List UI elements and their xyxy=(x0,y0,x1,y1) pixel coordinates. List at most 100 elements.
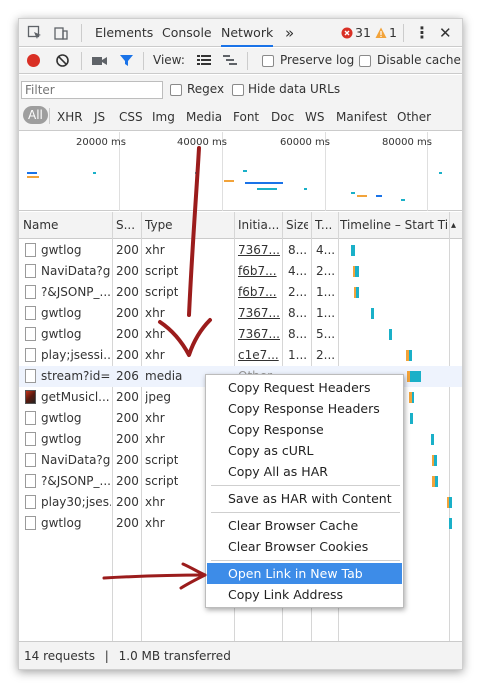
menu-item-open-link-in-new-tab[interactable]: Open Link in New Tab xyxy=(207,563,402,584)
overview-mark xyxy=(195,172,198,174)
tab-console[interactable]: Console xyxy=(162,19,212,47)
menu-item-copy-link-address[interactable]: Copy Link Address xyxy=(207,584,402,605)
request-name[interactable]: play30;jses... xyxy=(41,492,111,513)
sort-arrow-icon[interactable]: ▴ xyxy=(451,212,461,239)
error-icon[interactable] xyxy=(341,27,353,39)
request-name[interactable]: stream?id=... xyxy=(41,366,111,387)
filter-type-manifest[interactable]: Manifest xyxy=(336,108,387,126)
menu-item-clear-browser-cache[interactable]: Clear Browser Cache xyxy=(207,515,402,536)
column-timeline[interactable]: Timeline – Start Time xyxy=(340,212,450,239)
request-initiator[interactable]: 7367... xyxy=(238,240,280,261)
toolbar-divider xyxy=(81,24,82,42)
menu-item-clear-browser-cookies[interactable]: Clear Browser Cookies xyxy=(207,536,402,557)
request-time: 5... xyxy=(316,327,336,341)
request-name[interactable]: gwtlog xyxy=(41,513,111,534)
warning-icon[interactable] xyxy=(375,27,387,39)
menu-separator xyxy=(211,512,400,513)
request-initiator[interactable]: 7367... xyxy=(238,303,280,324)
request-type: script xyxy=(145,474,179,488)
column-size[interactable]: Size xyxy=(286,212,308,239)
request-name[interactable]: gwtlog xyxy=(41,240,111,261)
column-name[interactable]: Name xyxy=(23,212,111,239)
request-name[interactable]: NaviData?g... xyxy=(41,450,111,471)
disable-cache-label[interactable]: Disable cache xyxy=(377,53,461,67)
menu-item-copy-as-curl[interactable]: Copy as cURL xyxy=(207,440,402,461)
request-name[interactable]: ?&JSONP_... xyxy=(41,471,111,492)
table-row[interactable]: gwtlog 200 xhr 7367... 8... 1... xyxy=(19,303,462,324)
filter-type-font[interactable]: Font xyxy=(233,108,259,126)
filter-input[interactable] xyxy=(21,81,163,99)
request-name[interactable]: gwtlog xyxy=(41,408,111,429)
table-row[interactable]: play;jsessi... 200 xhr c1e7... 1... 2... xyxy=(19,345,462,366)
warning-count[interactable]: 1 xyxy=(389,19,397,47)
network-overview[interactable]: 20000 ms 40000 ms 60000 ms 80000 ms xyxy=(19,132,462,211)
disable-cache-checkbox[interactable] xyxy=(359,55,371,67)
request-name[interactable]: ?&JSONP_... xyxy=(41,282,111,303)
menu-item-copy-request-headers[interactable]: Copy Request Headers xyxy=(207,377,402,398)
filter-type-ws[interactable]: WS xyxy=(305,108,324,126)
filter-type-doc[interactable]: Doc xyxy=(271,108,294,126)
close-icon[interactable]: ✕ xyxy=(439,19,452,47)
tab-network[interactable]: Network xyxy=(221,19,274,47)
column-time[interactable]: T... xyxy=(315,212,337,239)
overview-mark xyxy=(245,182,283,184)
filter-funnel-icon[interactable] xyxy=(119,53,134,68)
request-name[interactable]: gwtlog xyxy=(41,324,111,345)
request-name[interactable]: NaviData?g... xyxy=(41,261,111,282)
column-type[interactable]: Type xyxy=(145,212,229,239)
menu-item-copy-response-headers[interactable]: Copy Response Headers xyxy=(207,398,402,419)
timeline-bar xyxy=(356,287,359,298)
screenshot-camera-icon[interactable] xyxy=(91,54,108,68)
overview-time-label: 60000 ms xyxy=(280,137,330,148)
waterfall-view-icon[interactable] xyxy=(223,54,237,67)
timeline-bar xyxy=(449,497,452,508)
request-initiator[interactable]: 7367... xyxy=(238,324,280,345)
vertical-dots-icon[interactable]: ⋮ xyxy=(414,19,430,47)
column-initiator[interactable]: Initia... xyxy=(238,212,280,239)
hide-data-urls-label[interactable]: Hide data URLs xyxy=(248,82,340,96)
table-row[interactable]: gwtlog 200 xhr 7367... 8... 5... xyxy=(19,324,462,345)
request-status: 200 xyxy=(116,390,139,404)
table-row[interactable]: gwtlog 200 xhr 7367... 8... 4... xyxy=(19,240,462,261)
regex-label[interactable]: Regex xyxy=(187,82,224,96)
toolbar-divider xyxy=(403,24,404,42)
filter-type-other[interactable]: Other xyxy=(397,108,431,126)
request-name[interactable]: gwtlog xyxy=(41,303,111,324)
menu-item-copy-response[interactable]: Copy Response xyxy=(207,419,402,440)
request-status: 200 xyxy=(116,453,139,467)
overview-mark xyxy=(257,188,277,190)
overview-time-label: 20000 ms xyxy=(76,137,126,148)
filter-type-js[interactable]: JS xyxy=(94,108,105,126)
error-count[interactable]: 31 xyxy=(355,19,371,47)
request-initiator[interactable]: f6b7... xyxy=(238,282,280,303)
overview-mark xyxy=(27,172,37,174)
large-rows-icon[interactable] xyxy=(197,54,211,67)
preserve-log-checkbox[interactable] xyxy=(262,55,274,67)
request-name[interactable]: gwtlog xyxy=(41,429,111,450)
filter-type-all[interactable]: All xyxy=(23,106,48,124)
record-icon[interactable] xyxy=(26,53,41,68)
filter-type-xhr[interactable]: XHR xyxy=(57,108,83,126)
filter-type-css[interactable]: CSS xyxy=(119,108,143,126)
table-row[interactable]: NaviData?g... 200 script f6b7... 4... 2.… xyxy=(19,261,462,282)
request-initiator[interactable]: c1e7... xyxy=(238,345,280,366)
request-initiator[interactable]: f6b7... xyxy=(238,261,280,282)
preserve-log-label[interactable]: Preserve log xyxy=(280,53,354,67)
regex-checkbox[interactable] xyxy=(170,84,182,96)
clear-icon[interactable] xyxy=(55,53,70,68)
request-name[interactable]: getMusicl... xyxy=(41,387,111,408)
column-status[interactable]: S... xyxy=(116,212,136,239)
tab-elements[interactable]: Elements xyxy=(95,19,153,47)
file-icon xyxy=(25,243,36,257)
request-name[interactable]: play;jsessi... xyxy=(41,345,111,366)
filter-type-media[interactable]: Media xyxy=(186,108,222,126)
table-row[interactable]: ?&JSONP_... 200 script f6b7... 2... 1... xyxy=(19,282,462,303)
filter-type-img[interactable]: Img xyxy=(152,108,175,126)
hide-data-urls-checkbox[interactable] xyxy=(232,84,244,96)
overview-mark xyxy=(357,195,367,197)
inspect-element-icon[interactable] xyxy=(27,25,43,41)
chevron-double-right-icon[interactable]: » xyxy=(285,19,294,47)
menu-item-copy-all-as-har[interactable]: Copy All as HAR xyxy=(207,461,402,482)
device-toolbar-icon[interactable] xyxy=(53,25,69,41)
menu-item-save-as-har[interactable]: Save as HAR with Content xyxy=(207,488,402,509)
